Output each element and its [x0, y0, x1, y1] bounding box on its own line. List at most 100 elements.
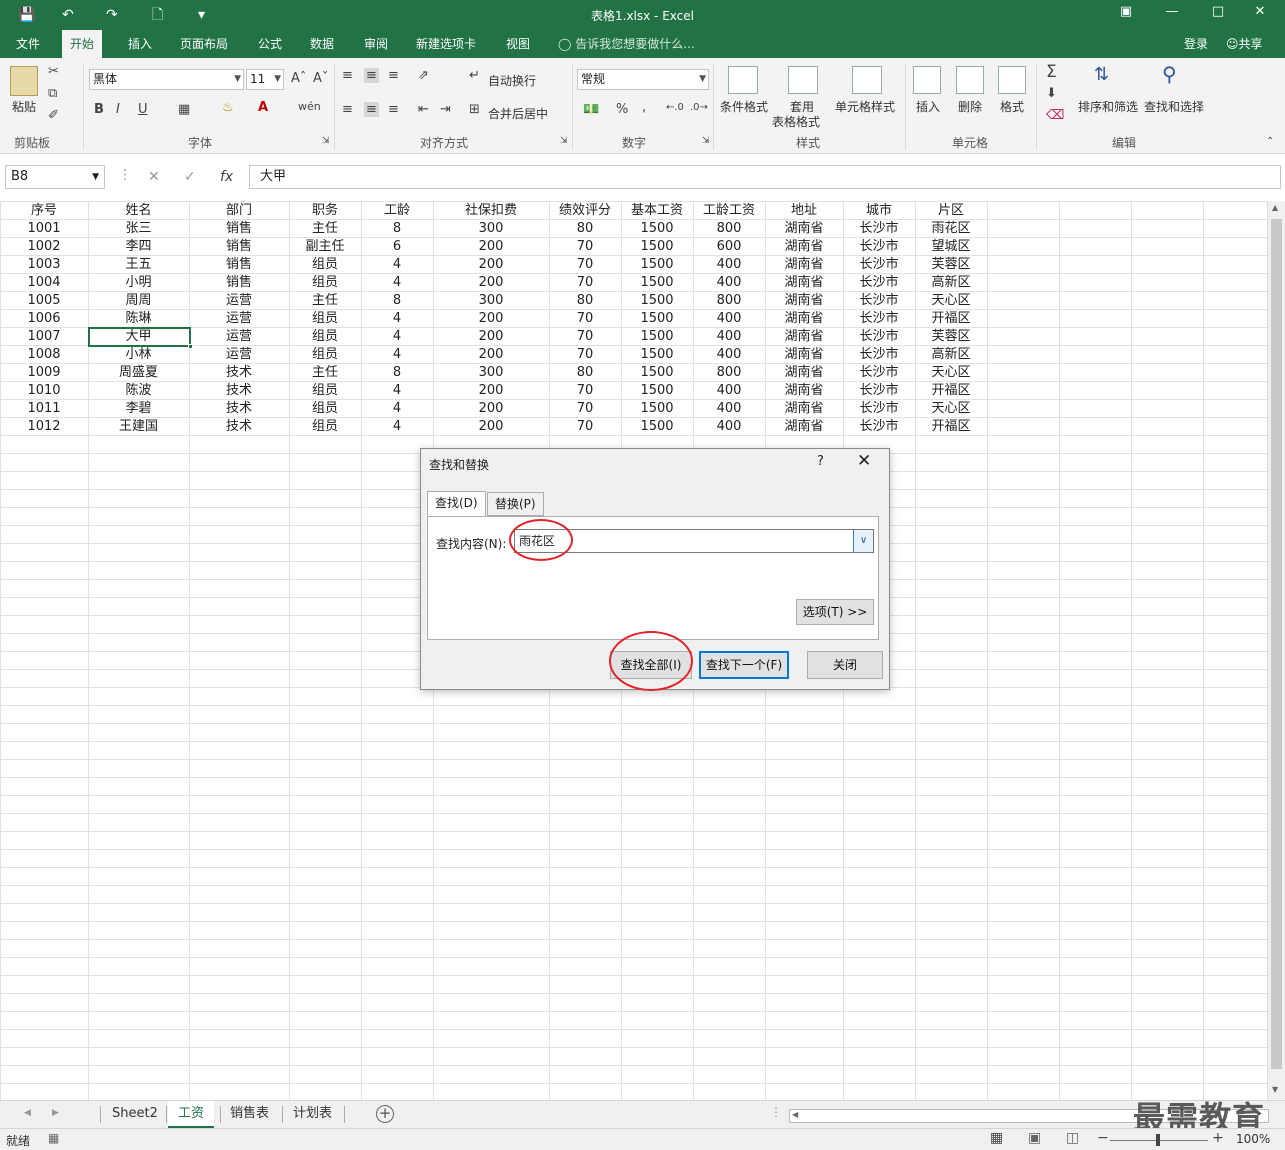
table-cell[interactable]: 400 [693, 309, 765, 327]
table-cell[interactable]: 1500 [621, 273, 693, 291]
table-cell[interactable]: 1500 [621, 345, 693, 363]
decrease-indent-icon[interactable]: ⇤ [418, 102, 429, 117]
tab-replace[interactable]: 替换(P) [487, 492, 544, 516]
font-dialog-launcher-icon[interactable]: ⇲ [322, 136, 330, 146]
table-cell[interactable]: 销售 [189, 219, 289, 237]
number-dialog-launcher-icon[interactable]: ⇲ [702, 136, 710, 146]
table-cell[interactable]: 4 [361, 273, 433, 291]
table-cell[interactable]: 200 [433, 273, 549, 291]
paste-button[interactable]: 粘贴 [12, 98, 36, 115]
table-cell[interactable]: 湖南省 [765, 237, 843, 255]
table-cell[interactable]: 1500 [621, 237, 693, 255]
fill-icon[interactable]: ⬇ [1046, 86, 1057, 101]
sheet-tab-plan[interactable]: 计划表 [283, 1101, 342, 1128]
wrap-text-button[interactable]: 自动换行 [488, 72, 536, 89]
table-cell[interactable]: 400 [693, 273, 765, 291]
table-cell[interactable]: 300 [433, 219, 549, 237]
fill-color-icon[interactable]: ♨ [222, 100, 234, 115]
table-cell[interactable]: 开福区 [915, 309, 987, 327]
vertical-scrollbar[interactable]: ▲ ▼ [1267, 201, 1285, 1100]
header-cell[interactable]: 部门 [189, 201, 289, 219]
find-history-dropdown-icon[interactable]: ∨ [853, 530, 873, 552]
cell-styles-icon[interactable] [852, 66, 882, 94]
table-cell[interactable]: 300 [433, 363, 549, 381]
increase-decimal-icon[interactable]: ←.0 [666, 102, 684, 113]
table-cell[interactable]: 80 [549, 291, 621, 309]
conditional-format-icon[interactable] [728, 66, 758, 94]
table-cell[interactable]: 长沙市 [843, 255, 915, 273]
find-select-icon[interactable]: ⚲ [1162, 62, 1177, 86]
table-cell[interactable]: 1012 [0, 417, 88, 435]
paste-icon[interactable] [10, 66, 38, 96]
insert-function-icon[interactable]: fx [220, 169, 233, 185]
find-select-button[interactable]: 查找和选择 [1144, 98, 1204, 115]
header-cell[interactable]: 姓名 [88, 201, 189, 219]
align-bottom-icon[interactable]: ≡ [388, 68, 399, 83]
table-cell[interactable]: 雨花区 [915, 219, 987, 237]
login-link[interactable]: 登录 [1184, 30, 1208, 58]
zoom-in-icon[interactable]: + [1212, 1130, 1224, 1146]
table-cell[interactable]: 组员 [289, 417, 361, 435]
table-cell[interactable]: 8 [361, 363, 433, 381]
name-box[interactable]: B8 ▼ [5, 165, 105, 189]
table-cell[interactable]: 1007 [0, 327, 88, 345]
dialog-close-icon[interactable]: ✕ [857, 451, 871, 471]
options-button[interactable]: 选项(T) >> [796, 599, 874, 625]
table-cell[interactable]: 天心区 [915, 399, 987, 417]
table-cell[interactable]: 80 [549, 219, 621, 237]
align-top-icon[interactable]: ≡ [342, 68, 353, 83]
copy-icon[interactable]: ⧉ [48, 86, 57, 101]
table-cell[interactable]: 组员 [289, 255, 361, 273]
table-cell[interactable]: 1006 [0, 309, 88, 327]
table-cell[interactable]: 组员 [289, 327, 361, 345]
table-cell[interactable]: 70 [549, 327, 621, 345]
tab-review[interactable]: 审阅 [356, 30, 396, 58]
table-cell[interactable]: 70 [549, 417, 621, 435]
find-next-button[interactable]: 查找下一个(F) [699, 651, 789, 679]
table-cell[interactable]: 湖南省 [765, 273, 843, 291]
cancel-entry-icon[interactable]: ✕ [148, 169, 160, 185]
align-right-icon[interactable]: ≡ [388, 102, 399, 117]
table-cell[interactable]: 湖南省 [765, 309, 843, 327]
table-cell[interactable]: 小林 [88, 345, 189, 363]
scroll-left-icon[interactable]: ◀ [792, 1110, 798, 1119]
sort-filter-button[interactable]: 排序和筛选 [1078, 98, 1138, 115]
table-cell[interactable]: 组员 [289, 345, 361, 363]
table-cell[interactable]: 高新区 [915, 273, 987, 291]
conditional-format-button[interactable]: 条件格式 [720, 98, 768, 115]
tab-page-layout[interactable]: 页面布局 [172, 30, 236, 58]
table-cell[interactable]: 4 [361, 327, 433, 345]
table-cell[interactable]: 70 [549, 273, 621, 291]
table-cell[interactable]: 1003 [0, 255, 88, 273]
table-cell[interactable]: 200 [433, 399, 549, 417]
increase-indent-icon[interactable]: ⇥ [440, 102, 451, 117]
table-cell[interactable]: 望城区 [915, 237, 987, 255]
table-cell[interactable]: 湖南省 [765, 381, 843, 399]
scroll-down-icon[interactable]: ▼ [1272, 1085, 1278, 1094]
header-cell[interactable]: 工龄 [361, 201, 433, 219]
table-cell[interactable]: 200 [433, 417, 549, 435]
table-cell[interactable]: 70 [549, 309, 621, 327]
split-handle-icon[interactable]: ⋮ [770, 1105, 782, 1119]
next-sheet-icon[interactable]: ▶ [52, 1108, 59, 1118]
share-button[interactable]: ☺共享 [1226, 30, 1263, 58]
format-painter-icon[interactable]: ✐ [48, 108, 59, 123]
tab-insert[interactable]: 插入 [120, 30, 160, 58]
cut-icon[interactable]: ✂ [48, 64, 59, 79]
delete-cells-icon[interactable] [956, 66, 984, 94]
font-size-select[interactable]: 11 ▼ [246, 69, 284, 90]
table-cell[interactable]: 400 [693, 345, 765, 363]
table-cell[interactable]: 1011 [0, 399, 88, 417]
table-cell[interactable]: 长沙市 [843, 327, 915, 345]
zoom-out-icon[interactable]: − [1097, 1130, 1109, 1146]
header-cell[interactable]: 工龄工资 [693, 201, 765, 219]
table-cell[interactable]: 技术 [189, 399, 289, 417]
delete-cells-button[interactable]: 删除 [958, 98, 982, 115]
add-sheet-icon[interactable]: + [376, 1105, 394, 1123]
align-left-icon[interactable]: ≡ [342, 102, 353, 117]
help-icon[interactable]: ? [817, 454, 824, 469]
table-cell[interactable]: 200 [433, 309, 549, 327]
format-cells-icon[interactable] [998, 66, 1026, 94]
italic-icon[interactable]: I [116, 102, 120, 117]
table-cell[interactable]: 1500 [621, 309, 693, 327]
